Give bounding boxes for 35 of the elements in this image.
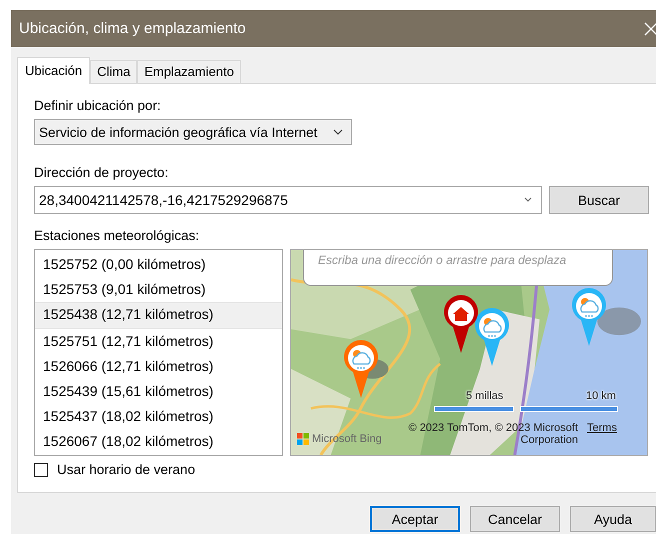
station-item[interactable]: 1525437 (18,02 kilómetros) (35, 404, 282, 429)
dialog-button[interactable]: Ayuda (570, 506, 656, 532)
dialog-button[interactable]: Aceptar (370, 506, 460, 532)
dialog-button[interactable]: Cancelar (470, 506, 560, 532)
station-item[interactable]: 1526066 (12,71 kilómetros) (35, 354, 282, 379)
station-item[interactable]: 1525753 (9,01 kilómetros) (35, 277, 282, 302)
search-button[interactable]: Buscar (549, 186, 649, 214)
scale-label: 10 km (586, 390, 616, 402)
chevron-down-icon (523, 197, 533, 203)
window-title: Ubicación, clima y emplazamiento (19, 20, 246, 37)
chevron-down-icon (333, 129, 343, 135)
weather-pin-icon[interactable] (343, 340, 379, 398)
tab[interactable]: Emplazamiento (137, 60, 241, 83)
station-item[interactable]: 1525439 (15,61 kilómetros) (35, 379, 282, 404)
provider-label: Microsoft Bing (312, 433, 382, 445)
weather-pin-icon[interactable] (474, 308, 510, 366)
tab[interactable]: Ubicación (17, 57, 90, 84)
stations-label: Estaciones meteorológicas: (34, 228, 200, 243)
location-dropdown[interactable]: Servicio de información geográfica vía Internet (34, 119, 352, 145)
station-item[interactable]: 1525438 (12,71 kilómetros) (35, 302, 282, 329)
station-item[interactable]: 1525752 (0,00 kilómetros) (35, 252, 282, 277)
checkbox[interactable] (34, 462, 48, 476)
windows-logo-icon (297, 433, 309, 445)
close-icon[interactable] (644, 22, 656, 36)
house-pin-icon[interactable] (443, 295, 479, 353)
location-label: Definir ubicación por: (34, 98, 162, 113)
terms-link[interactable]: Terms (587, 422, 617, 434)
address-field[interactable]: 28,3400421142578,-16,4217529296875 (34, 186, 542, 214)
copyright-text: © 2023 TomTom, © 2023 Microsoft Corporation (408, 422, 578, 446)
weather-pin-icon[interactable] (571, 288, 607, 346)
station-item[interactable]: 1526067 (18,02 kilómetros) (35, 429, 282, 454)
station-item[interactable]: 1525751 (12,71 kilómetros) (35, 329, 282, 354)
address-label: Dirección de proyecto: (34, 165, 170, 180)
checkbox-label: Usar horario de verano (57, 462, 196, 477)
tab[interactable]: Clima (90, 60, 138, 83)
